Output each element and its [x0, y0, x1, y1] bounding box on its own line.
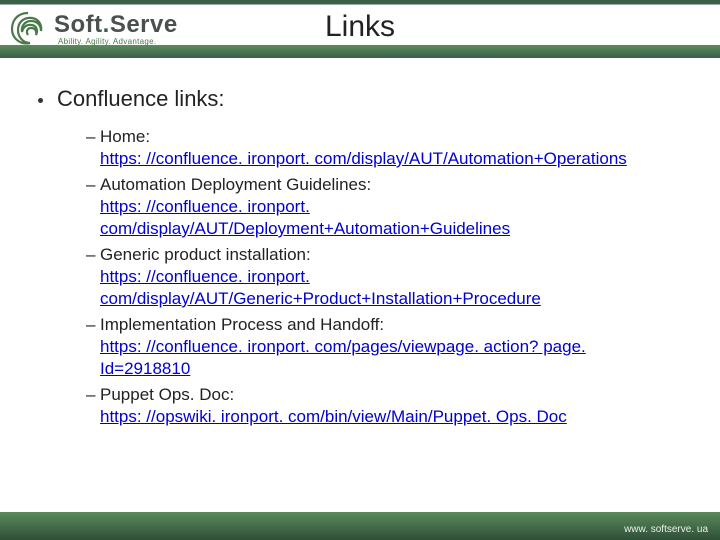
list-item: – Generic product installation: https: /…	[86, 244, 672, 310]
item-link[interactable]: https: //confluence. ironport. com/displ…	[100, 149, 627, 168]
item-link[interactable]: https: //confluence. ironport. com/displ…	[100, 267, 541, 308]
dash-icon: –	[86, 174, 100, 196]
item-link[interactable]: https: //opswiki. ironport. com/bin/view…	[100, 407, 567, 426]
link-list: – Home: https: //confluence. ironport. c…	[28, 126, 692, 428]
item-label: Implementation Process and Handoff:	[100, 315, 384, 334]
page-title: Links	[0, 10, 720, 44]
item-label: Generic product installation:	[100, 245, 311, 264]
list-item: – Puppet Ops. Doc: https: //opswiki. iro…	[86, 384, 672, 428]
bullet-heading-row: Confluence links:	[28, 86, 692, 112]
list-item: – Implementation Process and Handoff: ht…	[86, 314, 672, 380]
dash-icon: –	[86, 384, 100, 406]
bullet-icon	[38, 98, 43, 103]
dash-icon: –	[86, 126, 100, 148]
footer-band: www. softserve. ua	[0, 512, 720, 540]
footer-url: www. softserve. ua	[624, 524, 708, 535]
list-item: – Automation Deployment Guidelines: http…	[86, 174, 672, 240]
content-area: Confluence links: – Home: https: //confl…	[0, 58, 720, 428]
item-label: Puppet Ops. Doc:	[100, 385, 234, 404]
item-link[interactable]: https: //confluence. ironport. com/displ…	[100, 197, 510, 238]
item-link[interactable]: https: //confluence. ironport. com/pages…	[100, 337, 586, 378]
item-label: Automation Deployment Guidelines:	[100, 175, 371, 194]
bullet-heading: Confluence links:	[57, 86, 225, 112]
header-band: Soft.Serve Ability. Agility. Advantage. …	[0, 0, 720, 58]
dash-icon: –	[86, 244, 100, 266]
item-label: Home:	[100, 127, 150, 146]
dash-icon: –	[86, 314, 100, 336]
list-item: – Home: https: //confluence. ironport. c…	[86, 126, 672, 170]
